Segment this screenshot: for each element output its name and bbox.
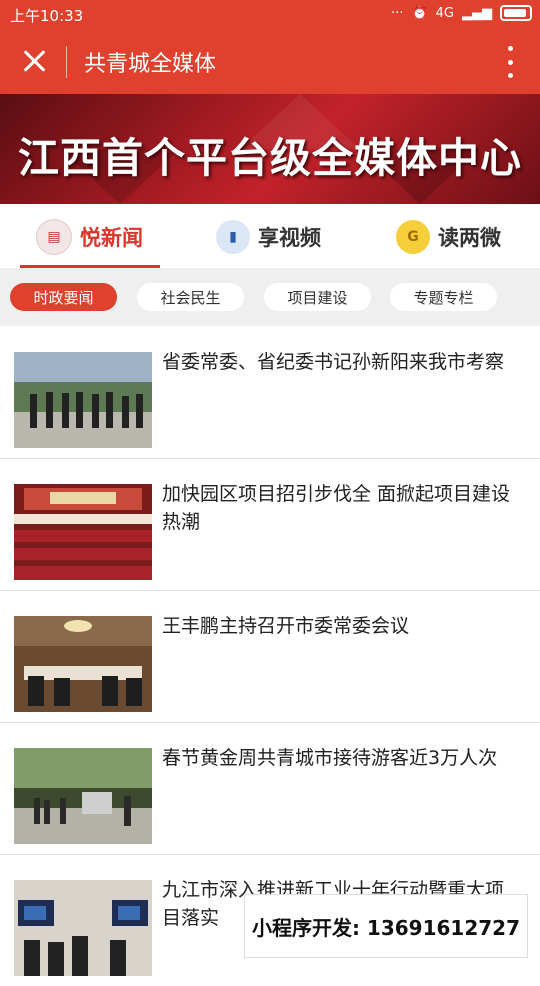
- tab-label: 读两微: [438, 226, 501, 250]
- subtab-politics[interactable]: 时政要闻: [10, 283, 117, 311]
- article-title: 省委常委、省纪委书记孙新阳来我市考察: [162, 351, 505, 373]
- list-item[interactable]: 省委常委、省纪委书记孙新阳来我市考察: [0, 326, 540, 459]
- banner-text: 江西首个平台级全媒体中心: [18, 134, 522, 182]
- network-type: 4G: [435, 5, 454, 21]
- weibo-wechat-icon: G: [396, 220, 430, 254]
- page-title: 共青城全媒体: [84, 52, 217, 77]
- battery-icon: [500, 5, 532, 21]
- tab-label: 享视频: [258, 226, 321, 250]
- tab-label: 悦新闻: [80, 226, 143, 250]
- officials-inspection-photo: [14, 352, 152, 448]
- video-conference-photo: [14, 880, 152, 976]
- subtab-special[interactable]: 专题专栏: [390, 283, 497, 311]
- alarm-icon: ⏰: [411, 5, 428, 21]
- list-item[interactable]: 春节黄金周共青城市接待游客近3万人次: [0, 722, 540, 855]
- list-item[interactable]: 王丰鹏主持召开市委常委会议: [0, 590, 540, 723]
- tab-video[interactable]: ▮ 享视频: [216, 216, 321, 258]
- tab-weibo-wechat[interactable]: G 读两微: [396, 216, 501, 258]
- article-title: 春节黄金周共青城市接待游客近3万人次: [162, 747, 498, 769]
- tourists-street-photo: [14, 748, 152, 844]
- watermark: 小程序开发: 13691612727: [244, 894, 528, 958]
- auditorium-meeting-photo: [14, 484, 152, 580]
- main-tabs: ▤ 悦新闻 ▮ 享视频 G 读两微: [0, 204, 540, 268]
- article-title: 王丰鹏主持召开市委常委会议: [162, 615, 410, 637]
- status-time: 上午10:33: [10, 7, 84, 25]
- nav-divider: [66, 46, 67, 78]
- banner[interactable]: 江西首个平台级全媒体中心: [0, 94, 540, 204]
- nav-bar: 共青城全媒体: [0, 30, 540, 94]
- more-dots-icon: ···: [391, 5, 404, 21]
- news-icon: ▤: [36, 219, 72, 255]
- sub-tabs: 时政要闻 社会民生 项目建设 专题专栏: [0, 268, 540, 326]
- tab-news[interactable]: ▤ 悦新闻: [36, 216, 143, 258]
- status-icons: ··· ⏰ 4G ▂▄▆: [391, 5, 532, 21]
- list-item[interactable]: 加快园区项目招引步伐全 面掀起项目建设热潮: [0, 458, 540, 591]
- subtab-projects[interactable]: 项目建设: [264, 283, 371, 311]
- close-icon[interactable]: [20, 47, 48, 75]
- signal-icon: ▂▄▆: [462, 5, 492, 21]
- article-title: 加快园区项目招引步伐全 面掀起项目建设热潮: [162, 483, 511, 533]
- subtab-society[interactable]: 社会民生: [137, 283, 244, 311]
- conference-room-photo: [14, 616, 152, 712]
- status-bar: 上午10:33 ··· ⏰ 4G ▂▄▆: [0, 0, 540, 30]
- video-icon: ▮: [216, 220, 250, 254]
- more-menu-icon[interactable]: [508, 46, 514, 78]
